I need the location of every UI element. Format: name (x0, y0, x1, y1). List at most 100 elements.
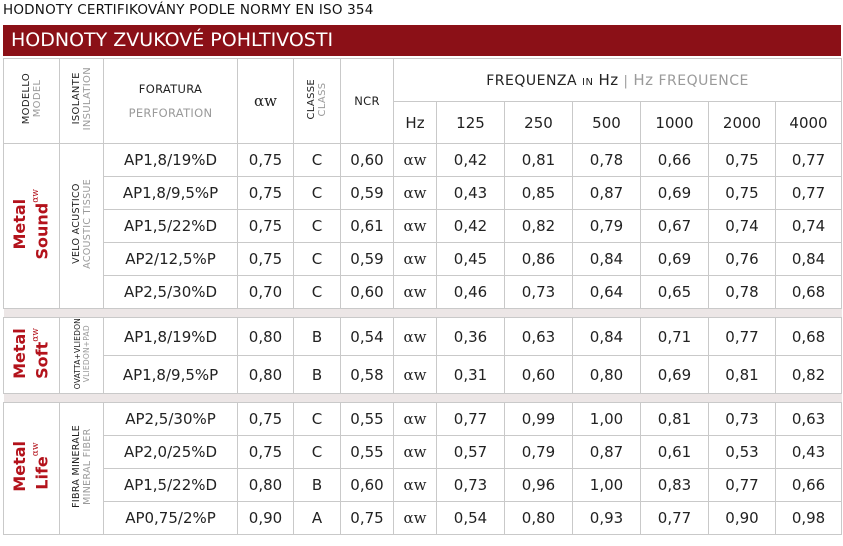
value-cell: 0,74 (708, 209, 776, 243)
band-4000-header: 4000 (774, 101, 843, 144)
value-cell: 0,73 (436, 468, 505, 503)
value-cell: 0,74 (774, 209, 843, 243)
col-class: CLASSE CLASS (293, 58, 341, 144)
value-cell: 0,42 (436, 143, 505, 177)
value-cell: 0,81 (640, 402, 709, 437)
ncr-cell: 0,61 (340, 209, 394, 243)
unit-cell: αw (393, 143, 437, 177)
value-cell: 0,82 (774, 355, 843, 395)
perforation-cell: AP2,0/25%D (103, 435, 238, 470)
table-row: AP1,5/22%D 0,75 C 0,61 αw 0,42 0,82 0,79 0,67 0,7… (4, 209, 843, 243)
class-cell: C (293, 143, 341, 177)
product-cell: Metal Softαw (3, 316, 60, 395)
unit-cell: αw (393, 176, 437, 210)
value-cell: 0,69 (640, 242, 709, 276)
band-2000-header: 2000 (708, 101, 776, 144)
perforation-cell: AP1,8/9,5%P (103, 176, 238, 210)
value-cell: 0,80 (504, 501, 573, 536)
col-aw: αw (237, 58, 294, 144)
value-cell: 0,43 (436, 176, 505, 210)
value-cell: 0,86 (504, 242, 573, 276)
value-cell: 0,81 (708, 355, 776, 395)
absorption-table: MODELLO MODEL ISOLANTE INSULATION FORATURA… (3, 58, 843, 536)
perforation-cell: AP1,5/22%D (103, 468, 238, 503)
frequency-header: FREQUENZA IN Hz | Hz FREQUENCE (392, 58, 843, 102)
value-cell: 0,87 (572, 176, 641, 210)
band-hz-header: Hz (393, 101, 437, 144)
table-row: Metal Soundαw VELO ACUSTICO ACOUSTIC TISSUE… (3, 143, 843, 309)
col-insulation: ISOLANTE INSULATION (59, 58, 104, 144)
value-cell: 0,79 (572, 209, 641, 243)
col-model: MODELLO MODEL (3, 58, 60, 144)
value-cell: 0,77 (708, 468, 776, 503)
ncr-cell: 0,59 (340, 176, 394, 210)
unit-cell: αw (393, 275, 437, 309)
value-cell: 0,80 (572, 355, 641, 395)
value-cell: 0,84 (572, 316, 641, 357)
unit-cell: αw (393, 435, 437, 470)
value-cell: 0,67 (640, 209, 709, 243)
perforation-cell: AP1,8/19%D (103, 143, 238, 177)
value-cell: 0,46 (436, 275, 505, 309)
aw-cell: 0,75 (237, 402, 294, 437)
class-cell: C (293, 242, 341, 276)
class-cell: C (293, 209, 341, 243)
value-cell: 0,63 (774, 402, 843, 437)
perforation-cell: AP0,75/2%P (103, 501, 238, 536)
value-cell: 0,64 (572, 275, 641, 309)
aw-cell: 0,70 (237, 275, 294, 309)
group-separator (3, 393, 842, 404)
product-cell: Metal Soundαw (3, 143, 60, 309)
value-cell: 0,75 (708, 143, 776, 177)
class-cell: C (293, 176, 341, 210)
value-cell: 0,54 (436, 501, 505, 536)
value-cell: 0,61 (640, 435, 709, 470)
value-cell: 0,78 (708, 275, 776, 309)
aw-cell: 0,75 (237, 143, 294, 177)
value-cell: 0,77 (640, 501, 709, 536)
product-name: Metal Lifeαw (10, 441, 52, 493)
perforation-cell: AP2,5/30%D (103, 275, 238, 309)
class-cell: B (293, 316, 341, 357)
unit-cell: αw (393, 402, 437, 437)
value-cell: 0,69 (640, 355, 709, 395)
group-separator (3, 308, 842, 318)
value-cell: 0,82 (504, 209, 573, 243)
ncr-cell: 0,59 (340, 242, 394, 276)
value-cell: 0,45 (436, 242, 505, 276)
value-cell: 0,84 (774, 242, 843, 276)
value-cell: 0,76 (708, 242, 776, 276)
table-row: AP2/12,5%P 0,75 C 0,59 αw 0,45 0,86 0,84 0,69 0,7… (4, 242, 843, 276)
product-name: Metal Soundαw (10, 188, 52, 260)
aw-cell: 0,75 (237, 242, 294, 276)
band-500-header: 500 (572, 101, 641, 144)
aw-cell: 0,80 (237, 316, 294, 357)
table-row: AP2,0/25%D 0,75 C 0,55 αw 0,57 0,79 0,87 0,61 0,5… (4, 435, 843, 470)
certification-line: HODNOTY CERTIFIKOVÁNY PODLE NORMY EN ISO… (3, 2, 374, 18)
value-cell: 0,87 (572, 435, 641, 470)
value-cell: 0,78 (572, 143, 641, 177)
value-cell: 1,00 (572, 402, 641, 437)
class-cell: C (293, 435, 341, 470)
unit-cell: αw (393, 209, 437, 243)
unit-cell: αw (393, 316, 437, 357)
col-perforation: FORATURA PERFORATION (103, 58, 238, 144)
aw-cell: 0,75 (237, 176, 294, 210)
insulation-cell: OVATTA+VLIEDON VLIEDON+PAD (59, 316, 104, 395)
value-cell: 0,71 (640, 316, 709, 357)
aw-cell: 0,80 (237, 355, 294, 395)
value-cell: 0,79 (504, 435, 573, 470)
class-cell: A (293, 501, 341, 536)
class-cell: C (293, 275, 341, 309)
ncr-cell: 0,58 (340, 355, 394, 395)
table-row: AP1,5/22%D 0,80 B 0,60 αw 0,73 0,96 1,00 0,83 0,7… (4, 468, 843, 503)
value-cell: 0,81 (504, 143, 573, 177)
ncr-cell: 0,54 (340, 316, 394, 357)
unit-cell: αw (393, 355, 437, 395)
perforation-cell: AP2/12,5%P (103, 242, 238, 276)
ncr-cell: 0,55 (340, 435, 394, 470)
value-cell: 0,65 (640, 275, 709, 309)
insulation-cell: FIBRA MINERALE MINERAL FIBER (59, 402, 104, 536)
unit-cell: αw (393, 468, 437, 503)
col-ncr: NCR (340, 58, 394, 144)
